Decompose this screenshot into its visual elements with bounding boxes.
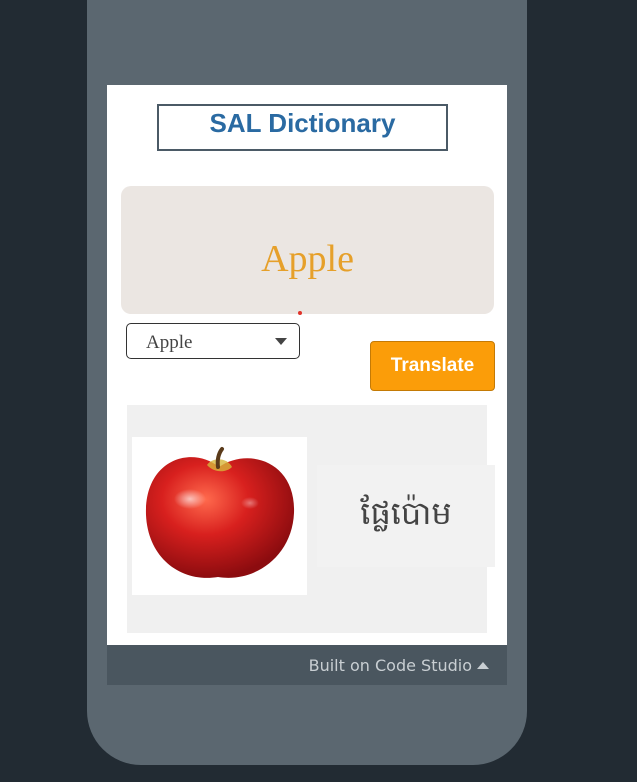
title-box: SAL Dictionary	[157, 104, 448, 151]
footer-label: Built on Code Studio	[308, 656, 472, 675]
app-title: SAL Dictionary	[209, 108, 396, 138]
chevron-down-icon	[275, 338, 287, 345]
app-screen: SAL Dictionary Apple Apple Translate ផ្ល…	[107, 85, 507, 645]
word-display-panel: Apple	[121, 186, 494, 314]
footer-bar: Built on Code Studio	[107, 645, 507, 685]
caret-up-icon	[477, 662, 489, 669]
word-display-text: Apple	[261, 238, 354, 280]
translate-button[interactable]: Translate	[370, 341, 495, 391]
result-panel: ផ្លែប៉ោម	[127, 405, 495, 633]
indicator-dot	[298, 311, 302, 315]
word-dropdown[interactable]: Apple	[126, 323, 300, 359]
built-on-code-studio-link[interactable]: Built on Code Studio	[309, 656, 489, 675]
apple-image	[132, 437, 307, 595]
dropdown-selected-value: Apple	[146, 332, 193, 353]
apple-illustration	[145, 447, 295, 578]
translation-text: ផ្លែប៉ោម	[360, 493, 452, 532]
translation-box: ផ្លែប៉ោម	[317, 465, 495, 567]
